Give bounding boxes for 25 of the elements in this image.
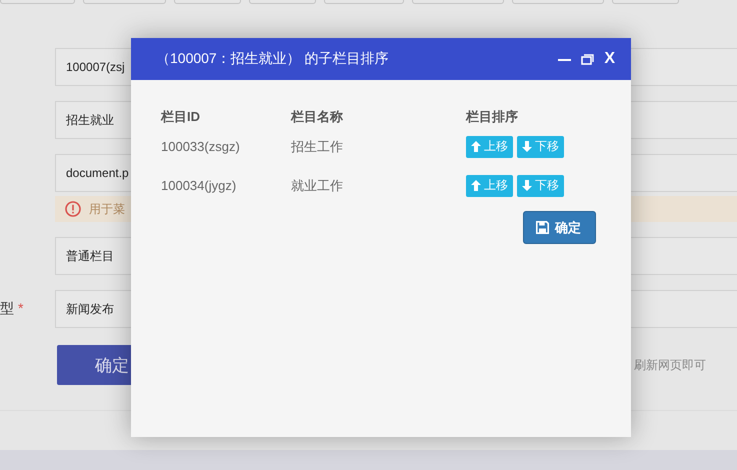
- table-cell-text: 100033(zsgz): [161, 138, 241, 156]
- table-cell-text: 100034(jygz): [161, 177, 238, 195]
- column-header: 栏目ID: [161, 108, 201, 126]
- move-down-button[interactable]: 下移: [517, 136, 564, 158]
- save-icon: [536, 221, 549, 234]
- column-header: 栏目名称: [291, 108, 344, 126]
- arrow-down-icon: [522, 180, 532, 191]
- maximize-icon[interactable]: [581, 52, 594, 66]
- close-button[interactable]: X: [604, 51, 615, 67]
- arrow-down-icon: [522, 141, 532, 152]
- dialog-title: （100007：招生就业） 的子栏目排序: [156, 50, 390, 68]
- table-cell-text: 招生工作: [291, 138, 344, 156]
- arrow-up-icon: [471, 180, 481, 191]
- warning-icon: [65, 201, 81, 217]
- move-down-button[interactable]: 下移: [517, 174, 564, 196]
- confirm-button[interactable]: 确定: [523, 211, 596, 244]
- table-cell-text: 就业工作: [291, 176, 344, 194]
- note-text: 刷新网页即可: [634, 356, 706, 374]
- required-mark: *: [18, 300, 24, 318]
- hint-text: 用于菜: [89, 200, 125, 218]
- arrow-up-icon: [471, 141, 481, 152]
- column-header: 栏目排序: [466, 108, 519, 126]
- move-up-button[interactable]: 上移: [466, 136, 513, 158]
- move-up-button[interactable]: 上移: [466, 174, 513, 196]
- field-label: 型: [0, 300, 14, 318]
